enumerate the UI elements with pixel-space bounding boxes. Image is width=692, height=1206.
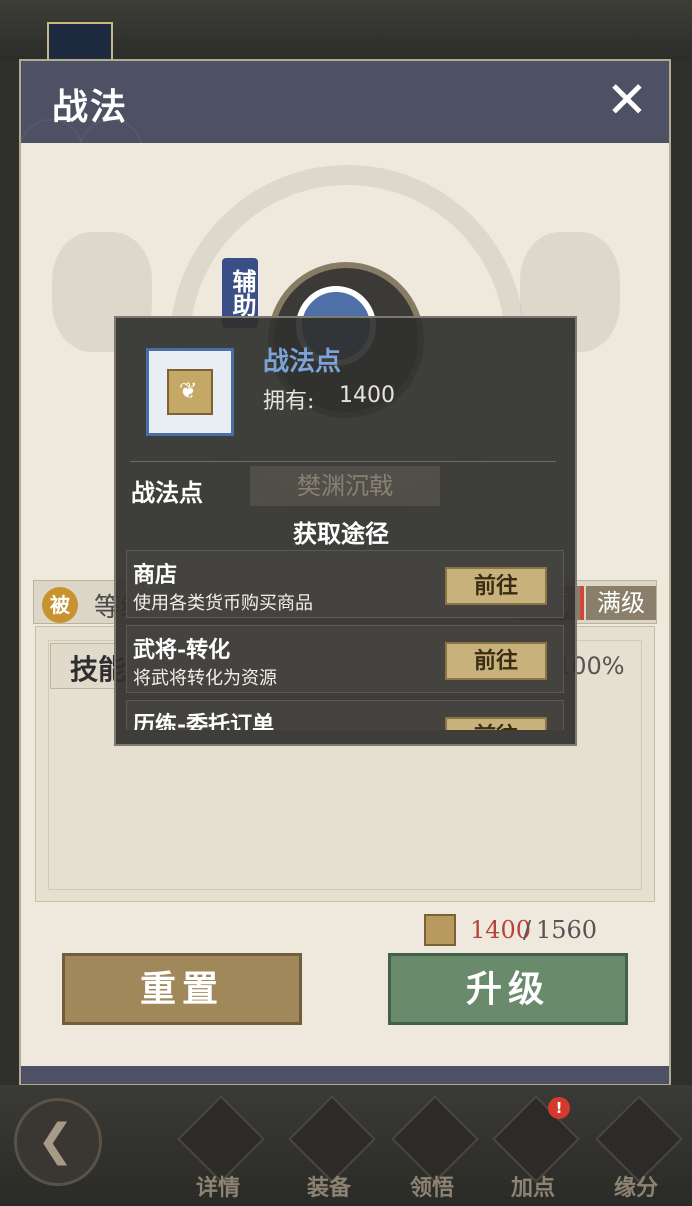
source-row: 商店 使用各类货币购买商品 前往: [126, 550, 564, 618]
go-button[interactable]: 前往: [445, 567, 547, 605]
source-desc: 将武将转化为资源: [133, 668, 277, 689]
source-name: 商店: [133, 562, 178, 588]
panel-footer: [21, 1066, 669, 1084]
popup-item-name: 战法点: [263, 347, 342, 377]
source-desc: 使用各类货币购买商品: [133, 593, 313, 614]
passive-badge: 被: [42, 587, 78, 623]
source-row: 历练-委托订单 前往: [126, 700, 564, 730]
source-name: 历练-委托订单: [133, 712, 275, 730]
popup-description: 战法点: [131, 478, 203, 507]
background-skill-name: 樊渊沉戟: [250, 466, 440, 506]
skill-point-item-icon: ❦: [146, 348, 234, 436]
nav-equipment[interactable]: 装备: [283, 1095, 376, 1201]
nav-label: 领悟: [409, 1175, 454, 1201]
upgrade-button[interactable]: 升级: [388, 953, 628, 1025]
source-name: 武将-转化: [133, 637, 231, 663]
notification-badge: !: [548, 1097, 570, 1119]
nav-label: 装备: [306, 1175, 351, 1201]
source-row: 武将-转化 将武将转化为资源 前往: [126, 625, 564, 693]
back-button[interactable]: ❮: [14, 1098, 102, 1186]
source-list[interactable]: 商店 使用各类货币购买商品 前往 武将-转化 将武将转化为资源 前往 历练-委托…: [126, 550, 564, 730]
popup-divider: [130, 461, 556, 462]
nav-label: 加点: [510, 1175, 555, 1201]
flame-icon: ❦: [179, 379, 198, 404]
cost-max: 1560: [536, 916, 598, 944]
nav-bonds[interactable]: 缘分: [590, 1095, 683, 1201]
nav-label: 缘分: [613, 1175, 658, 1201]
cost-separator: /: [523, 916, 532, 944]
max-level-label: 满级: [586, 586, 656, 620]
go-button[interactable]: 前往: [445, 717, 547, 730]
scroll-icon: ❦: [167, 369, 213, 415]
owned-value: 1400: [339, 383, 395, 408]
sources-title: 获取途径: [293, 519, 389, 548]
close-button[interactable]: ✕: [601, 74, 653, 126]
nav-comprehend[interactable]: 领悟: [386, 1095, 479, 1201]
reset-button[interactable]: 重置: [62, 953, 302, 1025]
panel-title: 战法: [52, 86, 129, 128]
cost-current: 1400: [470, 916, 532, 944]
owned-label: 拥有:: [263, 389, 315, 414]
chevron-left-icon: ❮: [37, 1115, 74, 1166]
go-button[interactable]: 前往: [445, 642, 547, 680]
nav-label: 详情: [195, 1175, 240, 1201]
skill-point-icon: [424, 914, 456, 946]
nav-details[interactable]: 详情: [172, 1095, 265, 1201]
